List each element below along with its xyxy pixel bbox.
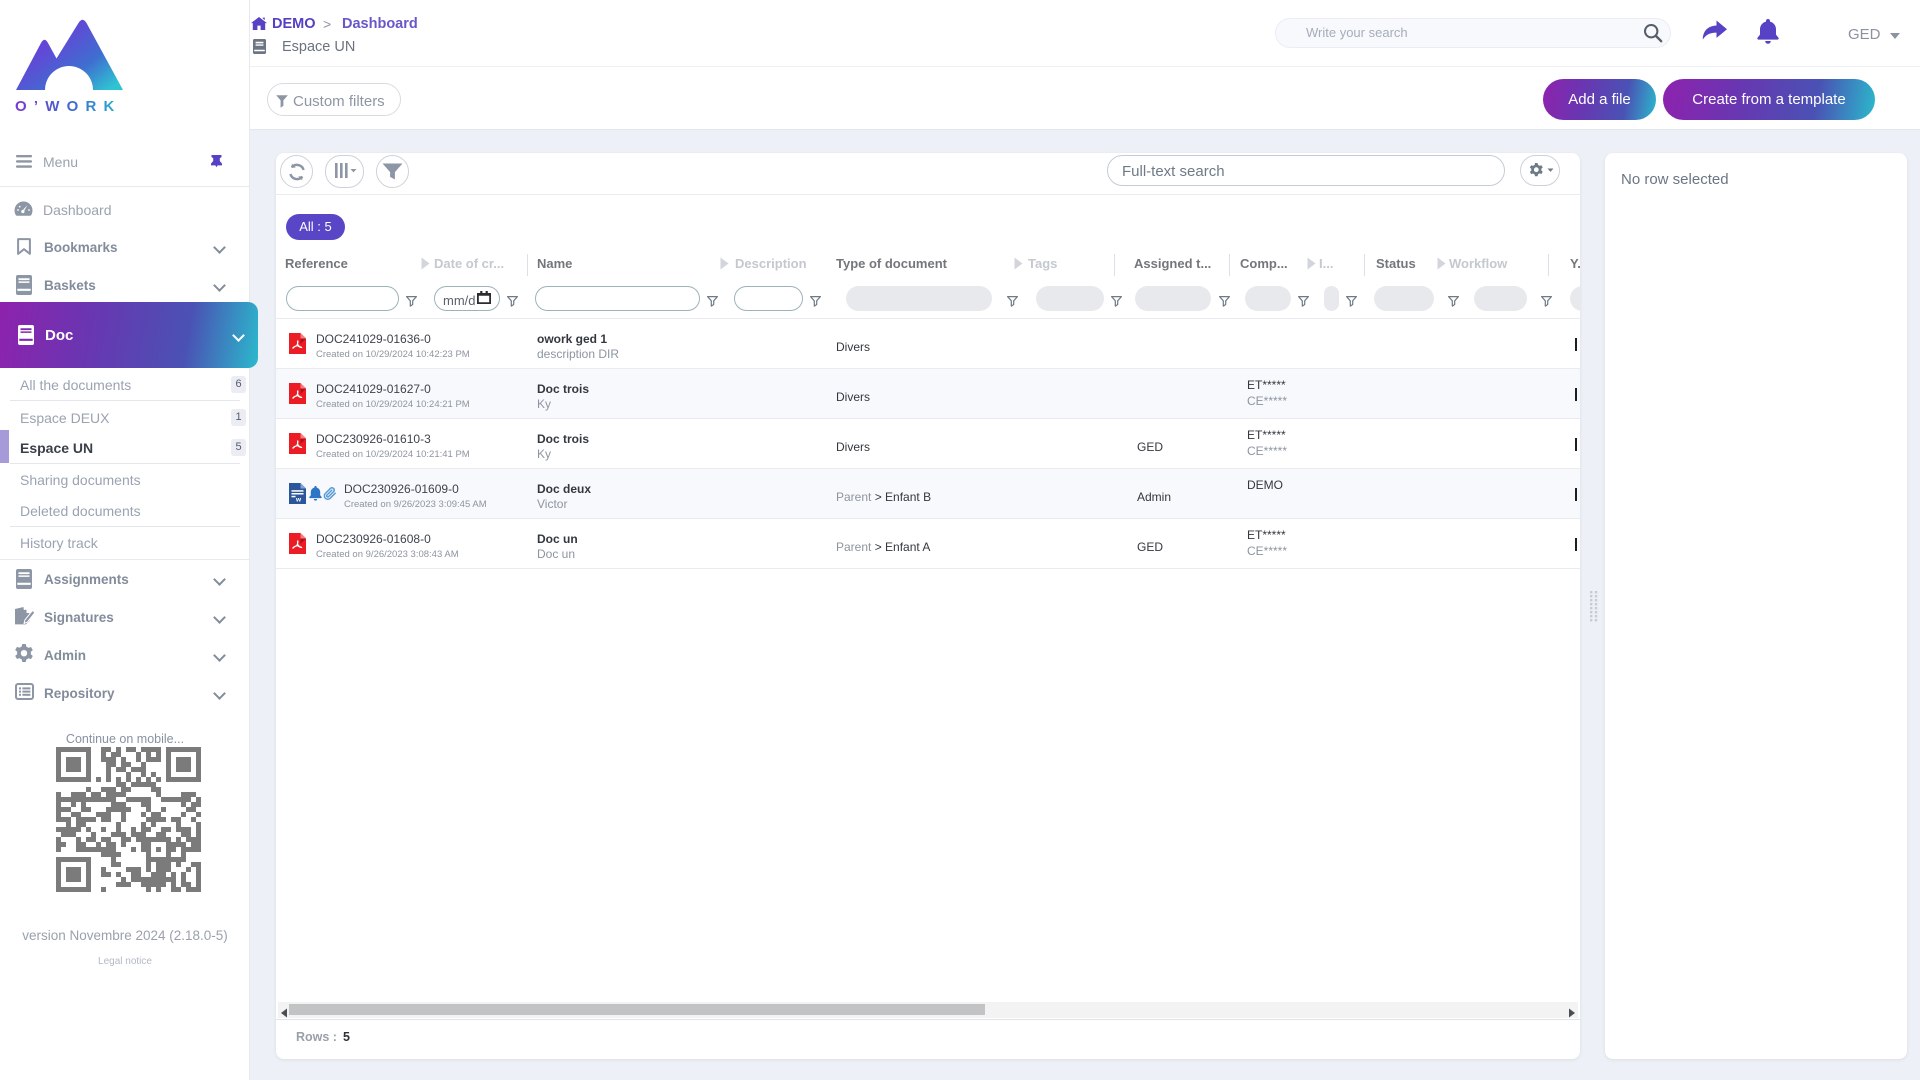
svg-text:O’WORK: O’WORK [15,98,122,112]
svg-text:w: w [295,497,302,504]
